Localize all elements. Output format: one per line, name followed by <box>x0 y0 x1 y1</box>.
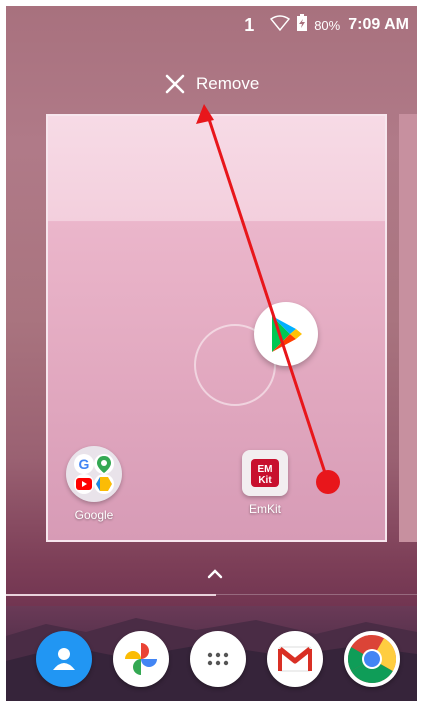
sim-indicator: 1 <box>244 14 255 35</box>
remove-drop-target[interactable]: Remove <box>164 64 259 104</box>
status-bar: 1 80% 7:09 AM <box>6 6 417 44</box>
close-icon <box>164 73 186 95</box>
svg-text:G: G <box>79 456 90 472</box>
wifi-icon <box>270 15 291 35</box>
page-indicator-active <box>6 594 216 596</box>
google-folder-icon: G <box>66 446 122 502</box>
chrome-icon[interactable] <box>344 631 400 687</box>
chevron-up-icon[interactable] <box>203 562 227 586</box>
emkit-app[interactable]: EM Kit EmKit <box>242 450 288 516</box>
gmail-icon[interactable] <box>267 631 323 687</box>
battery-percent: 80% <box>314 17 341 33</box>
svg-text:EM: EM <box>258 464 273 475</box>
app-label: Google <box>74 508 114 522</box>
play-store-icon[interactable] <box>254 302 318 366</box>
svg-text:Kit: Kit <box>258 475 272 486</box>
next-page-preview[interactable] <box>399 114 417 542</box>
battery-charging-icon <box>296 14 308 36</box>
home-screen: 1 80% 7:09 AM Remove G Google EM Kit EmK… <box>6 6 417 701</box>
page-indicator-track <box>216 594 417 595</box>
app-drawer-icon[interactable] <box>190 631 246 687</box>
photos-icon[interactable] <box>113 631 169 687</box>
emkit-icon: EM Kit <box>242 450 288 496</box>
clock: 7:09 AM <box>348 16 409 33</box>
app-label: EmKit <box>248 502 281 516</box>
contacts-icon[interactable] <box>36 631 92 687</box>
google-folder[interactable]: G Google <box>66 446 122 522</box>
remove-label: Remove <box>196 74 260 93</box>
page-top-band <box>48 116 385 221</box>
